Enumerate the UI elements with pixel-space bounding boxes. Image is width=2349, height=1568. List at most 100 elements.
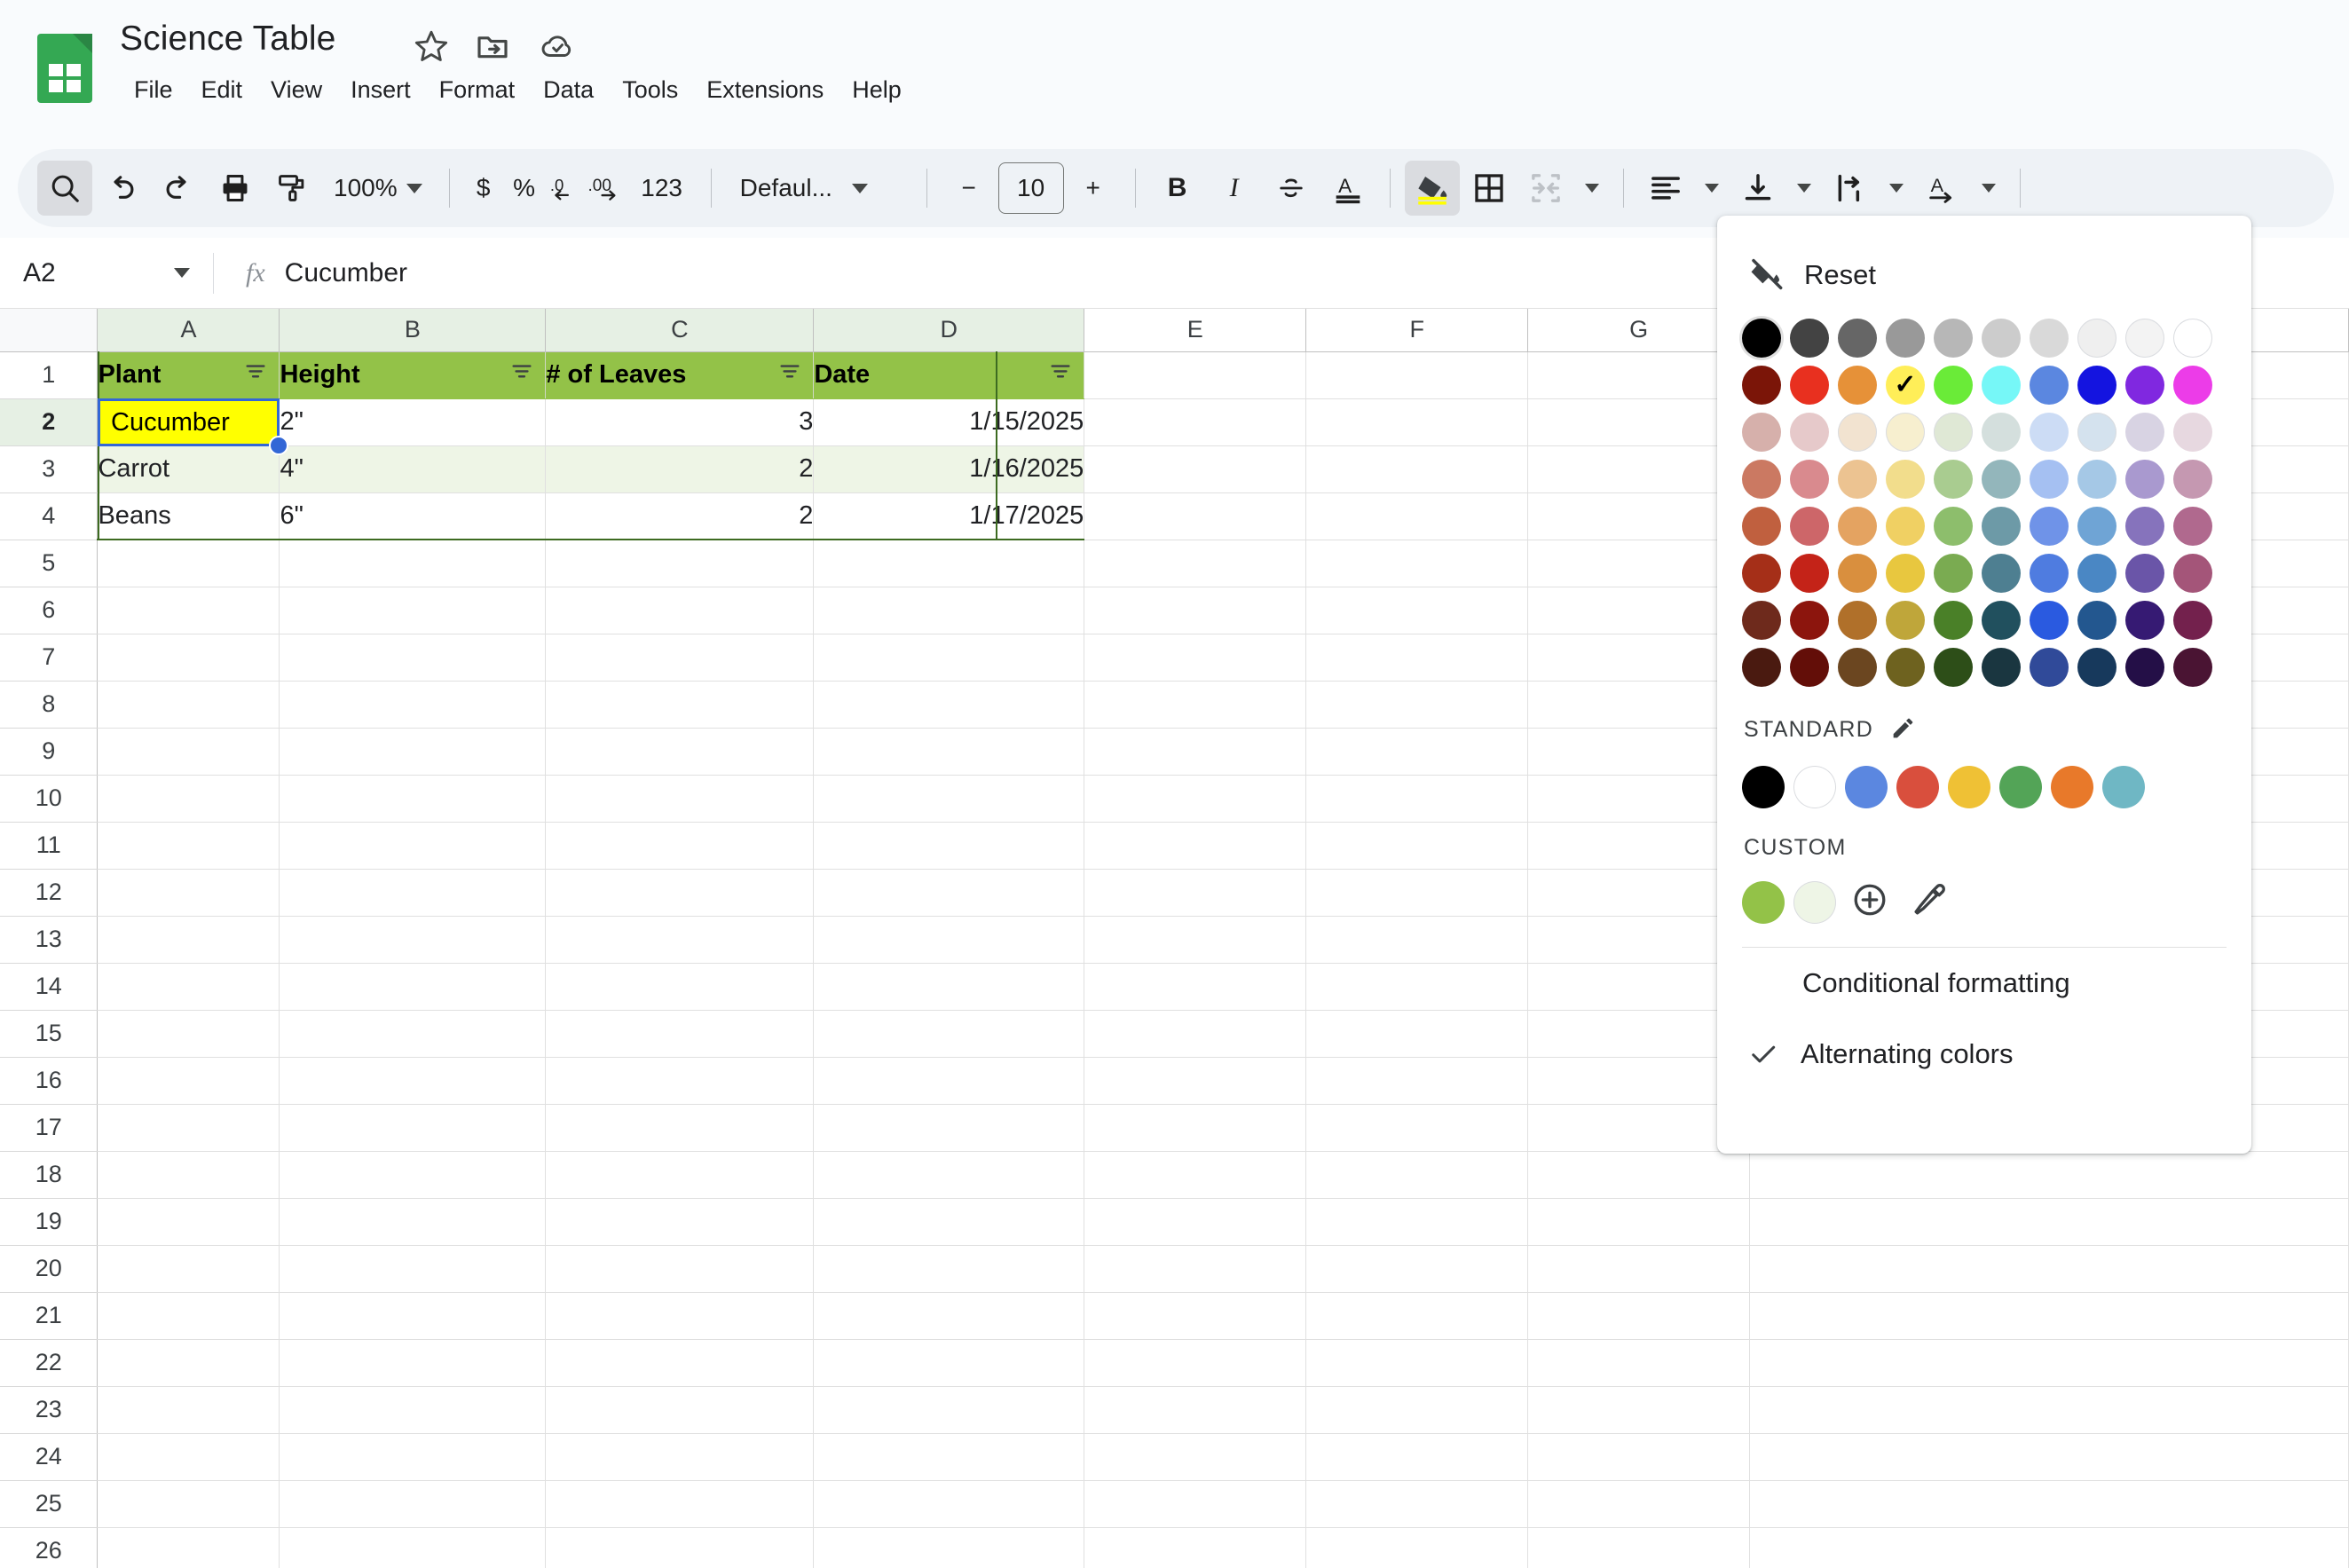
cell-a17[interactable] [97, 1104, 280, 1152]
standard-swatch-orange[interactable] [2051, 766, 2093, 808]
cell-f6[interactable] [1305, 587, 1529, 634]
cell-c13[interactable] [545, 916, 815, 964]
swatch-1-5[interactable] [1982, 366, 2021, 405]
cell-d4[interactable]: 1/17/2025 [813, 492, 1085, 540]
cell-d22[interactable] [813, 1339, 1085, 1387]
row-header-25[interactable]: 25 [0, 1480, 99, 1528]
cell-e26[interactable] [1084, 1527, 1307, 1568]
cell-b16[interactable] [279, 1057, 547, 1105]
cell-e11[interactable] [1084, 822, 1307, 870]
swatch-4-2[interactable] [1838, 507, 1877, 546]
text-wrapping-icon[interactable] [1823, 161, 1878, 216]
row-header-14[interactable]: 14 [0, 963, 99, 1011]
undo-icon[interactable] [94, 161, 149, 216]
cell-d20[interactable] [813, 1245, 1085, 1293]
cell-f2[interactable] [1305, 398, 1529, 446]
swatch-4-9[interactable] [2173, 507, 2212, 546]
swatch-1-6[interactable] [2030, 366, 2069, 405]
cell-f18[interactable] [1305, 1151, 1529, 1199]
row-header-5[interactable]: 5 [0, 540, 99, 587]
selected-cell-a2[interactable]: Cucumber [98, 398, 280, 446]
merge-cells-dropdown[interactable] [1573, 161, 1609, 216]
menu-data[interactable]: Data [529, 73, 608, 107]
cell-a6[interactable] [97, 587, 280, 634]
cell-b4[interactable]: 6" [279, 492, 547, 540]
swatch-6-7[interactable] [2077, 601, 2116, 640]
cell-b5[interactable] [279, 540, 547, 587]
cell-b22[interactable] [279, 1339, 547, 1387]
swatch-7-4[interactable] [1934, 648, 1973, 687]
row-header-15[interactable]: 15 [0, 1010, 99, 1058]
eyedropper-icon[interactable] [1911, 881, 1948, 923]
cell-b9[interactable] [279, 728, 547, 776]
cell-c7[interactable] [545, 634, 815, 682]
cell-c17[interactable] [545, 1104, 815, 1152]
cell-e23[interactable] [1084, 1386, 1307, 1434]
cell-d21[interactable] [813, 1292, 1085, 1340]
cell-d9[interactable] [813, 728, 1085, 776]
menu-view[interactable]: View [256, 73, 336, 107]
swatch-5-6[interactable] [2030, 554, 2069, 593]
row-header-19[interactable]: 19 [0, 1198, 99, 1246]
row-header-22[interactable]: 22 [0, 1339, 99, 1387]
cell-h21[interactable] [1749, 1292, 2349, 1340]
swatch-5-5[interactable] [1982, 554, 2021, 593]
swatch-3-6[interactable] [2030, 460, 2069, 499]
move-to-folder-icon[interactable] [475, 28, 510, 68]
swatch-5-4[interactable] [1934, 554, 1973, 593]
swatch-6-2[interactable] [1838, 601, 1877, 640]
standard-swatch-red[interactable] [1896, 766, 1939, 808]
vertical-align-icon[interactable] [1730, 161, 1785, 216]
cell-b12[interactable] [279, 869, 547, 917]
cell-e1[interactable] [1084, 351, 1307, 399]
row-header-6[interactable]: 6 [0, 587, 99, 634]
swatch-5-8[interactable] [2125, 554, 2164, 593]
cell-e5[interactable] [1084, 540, 1307, 587]
cell-c16[interactable] [545, 1057, 815, 1105]
cell-b1[interactable]: Height [279, 351, 547, 399]
fill-color-icon[interactable] [1404, 161, 1460, 216]
cell-b25[interactable] [279, 1480, 547, 1528]
cell-c21[interactable] [545, 1292, 815, 1340]
cell-f5[interactable] [1305, 540, 1529, 587]
cell-a22[interactable] [97, 1339, 280, 1387]
cell-f17[interactable] [1305, 1104, 1529, 1152]
cell-d26[interactable] [813, 1527, 1085, 1568]
document-title[interactable]: Science Table [120, 20, 335, 59]
cell-a18[interactable] [97, 1151, 280, 1199]
swatch-selected-yellow[interactable]: ✓ [1886, 366, 1925, 405]
cell-f22[interactable] [1305, 1339, 1529, 1387]
swatch-0-4[interactable] [1934, 319, 1973, 358]
cell-f21[interactable] [1305, 1292, 1529, 1340]
cell-d3[interactable]: 1/16/2025 [813, 445, 1085, 493]
cell-a20[interactable] [97, 1245, 280, 1293]
row-header-21[interactable]: 21 [0, 1292, 99, 1340]
decrease-font-size-button[interactable]: − [942, 161, 997, 216]
swatch-0-7[interactable] [2077, 319, 2116, 358]
row-header-20[interactable]: 20 [0, 1245, 99, 1293]
conditional-formatting-item[interactable]: Conditional formatting [1717, 948, 2251, 1019]
cell-e17[interactable] [1084, 1104, 1307, 1152]
alternating-colors-item[interactable]: Alternating colors [1717, 1019, 2251, 1090]
cell-b17[interactable] [279, 1104, 547, 1152]
cell-a26[interactable] [97, 1527, 280, 1568]
cell-a10[interactable] [97, 775, 280, 823]
swatch-2-4[interactable] [1934, 413, 1973, 452]
cell-g26[interactable] [1527, 1527, 1751, 1568]
star-icon[interactable] [414, 28, 449, 68]
standard-swatch-yellow[interactable] [1948, 766, 1990, 808]
swatch-1-1[interactable] [1790, 366, 1829, 405]
swatch-1-7[interactable] [2077, 366, 2116, 405]
redo-icon[interactable] [151, 161, 206, 216]
column-header-c[interactable]: C [545, 309, 815, 352]
cell-b7[interactable] [279, 634, 547, 682]
cell-e7[interactable] [1084, 634, 1307, 682]
cell-c1[interactable]: # of Leaves [545, 351, 815, 399]
cell-a25[interactable] [97, 1480, 280, 1528]
swatch-1-4[interactable] [1934, 366, 1973, 405]
cell-e24[interactable] [1084, 1433, 1307, 1481]
cell-a4[interactable]: Beans [97, 492, 280, 540]
swatch-7-2[interactable] [1838, 648, 1877, 687]
zoom-control[interactable]: 100% [321, 161, 435, 216]
cell-b3[interactable]: 4" [279, 445, 547, 493]
